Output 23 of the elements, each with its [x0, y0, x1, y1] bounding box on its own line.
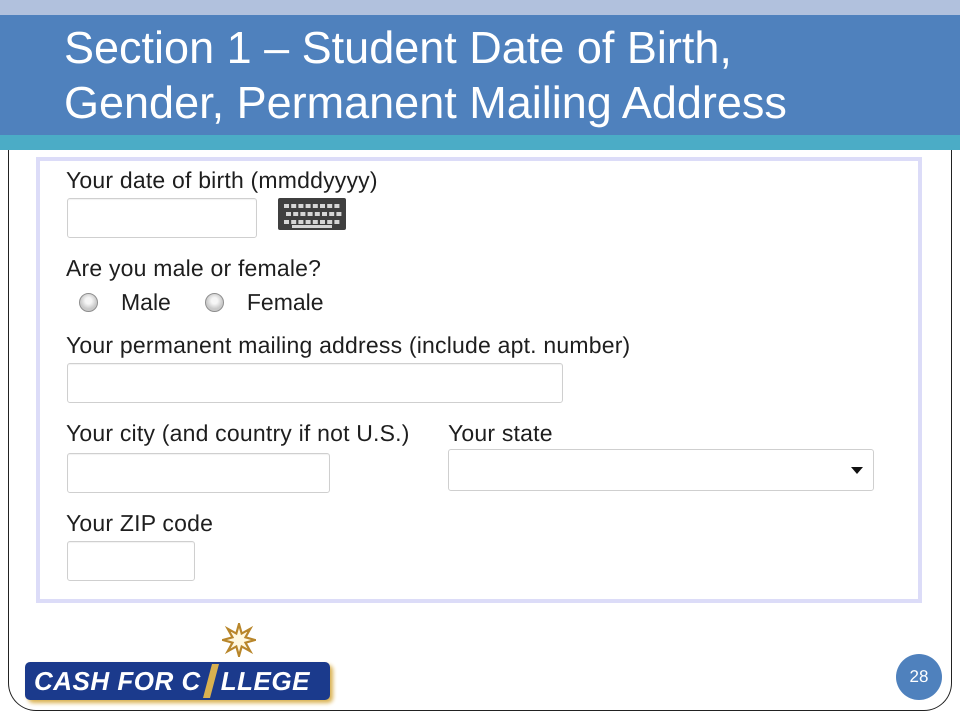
field-label: Your state: [448, 420, 554, 446]
radio-option[interactable]: Male: [79, 289, 171, 315]
input-field[interactable]: [67, 363, 563, 403]
slash-icon: [202, 664, 219, 698]
field-label: Your permanent mailing address (include apt. number): [66, 332, 630, 358]
field-label: Your date of birth (mmddyyyy): [66, 167, 378, 193]
input-field[interactable]: [67, 198, 257, 238]
page-number: 28: [896, 654, 942, 700]
field-label: Are you male or female?: [66, 255, 322, 281]
radio-icon[interactable]: [204, 292, 224, 312]
input-field[interactable]: [67, 453, 330, 493]
input-field[interactable]: [67, 541, 195, 581]
keyboard-icon[interactable]: [278, 198, 346, 230]
field-label: Your city (and country if not U.S.): [66, 420, 411, 446]
radio-option[interactable]: Female: [204, 289, 324, 315]
logo-text: LLEGE: [220, 666, 310, 696]
slide-title: Section 1 – Student Date of Birth, Gender, Permanent Mailing Address: [64, 21, 788, 130]
logo-text: CASH FOR C: [34, 666, 201, 696]
caret-icon: [851, 466, 863, 474]
field-label: Your ZIP code: [66, 510, 214, 536]
star-icon: [222, 623, 256, 657]
radio-icon[interactable]: [79, 292, 98, 312]
state-select[interactable]: [448, 449, 874, 491]
